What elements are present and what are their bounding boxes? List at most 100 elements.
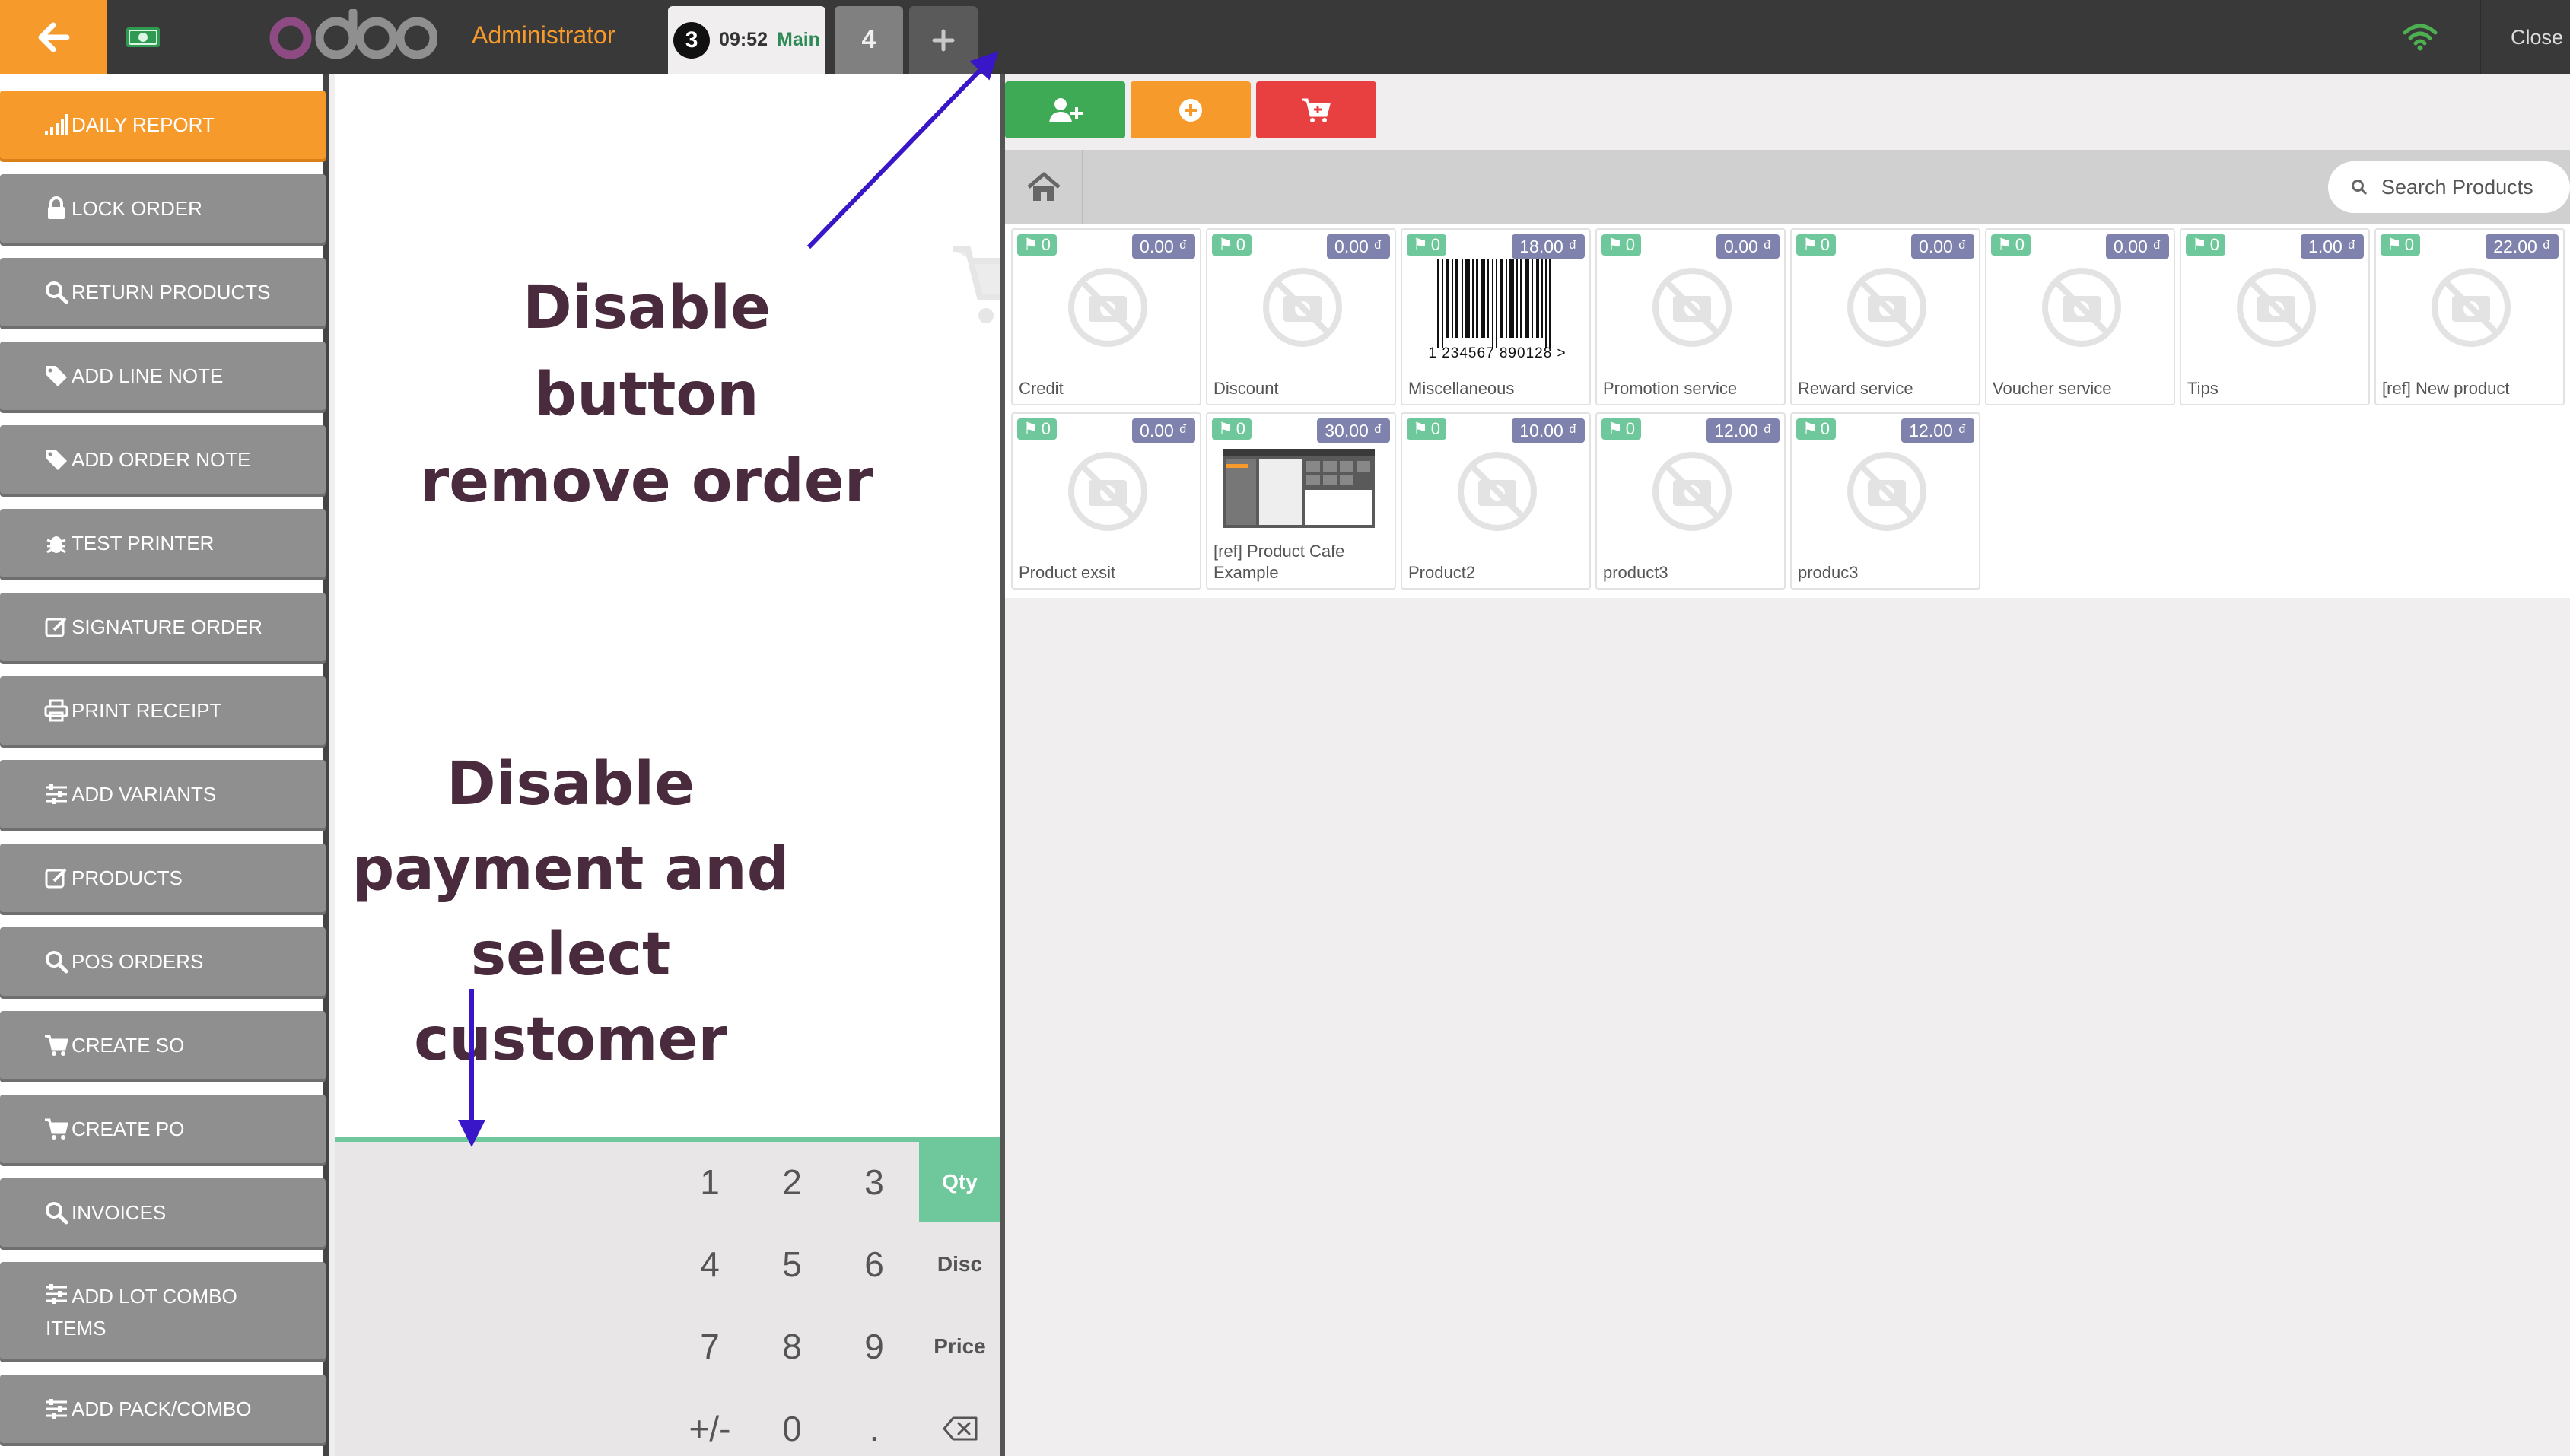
product-price: 0.00 ₫ — [1132, 234, 1195, 259]
product-card[interactable]: ⚑ 0 0.00 ₫ Voucher service — [1985, 228, 2175, 405]
product-card[interactable]: ⚑ 0 0.00 ₫ Reward service — [1790, 228, 1980, 405]
annotation-line: payment and — [351, 835, 790, 904]
sidebar-item-label: INVOICES — [72, 1201, 167, 1224]
cart-icon — [45, 1118, 68, 1140]
product-card[interactable]: ⚑ 0 18.00 ₫ 1 234567 890128 > Miscellaneo… — [1401, 228, 1591, 405]
add-variants-button[interactable]: ADD VARIANTS — [0, 760, 326, 828]
sidebar-item-label: TEST PRINTER — [72, 532, 215, 555]
pricelist-tag: ⚑ 0 — [2381, 234, 2420, 256]
product-card[interactable]: ⚑ 0 30.00 ₫ [ref] Product Cafe Example — [1206, 412, 1396, 590]
close-button[interactable]: Close — [2511, 26, 2563, 49]
numpad-key[interactable]: 8 — [752, 1306, 832, 1387]
invoices-button[interactable]: INVOICES — [0, 1178, 326, 1247]
test-printer-button[interactable]: TEST PRINTER — [0, 509, 326, 577]
pricelist-tag: ⚑ 0 — [1407, 234, 1446, 256]
cash-control-button[interactable] — [107, 0, 179, 74]
create-so-button[interactable]: CREATE SO — [0, 1011, 326, 1079]
new-order-button[interactable] — [909, 6, 978, 74]
order-tab-selected[interactable]: 3 09:52 Main — [668, 6, 825, 74]
barcode-image: 1 234567 890128 > — [1417, 257, 1577, 364]
edit-icon — [45, 617, 67, 637]
set-customer-button[interactable] — [1005, 81, 1125, 138]
product-card[interactable]: ⚑ 0 0.00 ₫ Promotion service — [1595, 228, 1786, 405]
tag-icon: ⚑ — [1218, 235, 1233, 254]
numpad-key[interactable]: 0 — [752, 1388, 832, 1456]
daily-report-button[interactable]: DAILY REPORT — [0, 91, 326, 159]
product-name: Product2 — [1408, 563, 1476, 582]
product-name: Tips — [2187, 379, 2219, 398]
pricelist-tag: ⚑ 0 — [1017, 234, 1057, 256]
tag-icon: ⚑ — [1997, 235, 2012, 254]
numpad-key[interactable]: 9 — [834, 1306, 914, 1387]
home-category-button[interactable] — [1005, 150, 1083, 224]
pricelist-tag: ⚑ 0 — [1017, 418, 1057, 440]
pos-orders-button[interactable]: POS ORDERS — [0, 927, 326, 996]
product-card[interactable]: ⚑ 0 0.00 ₫ Product exsit — [1011, 412, 1201, 590]
tag-count: 0 — [2404, 235, 2414, 254]
product-card[interactable]: ⚑ 0 10.00 ₫ Product2 — [1401, 412, 1591, 590]
product-card[interactable]: ⚑ 0 12.00 ₫ product3 — [1595, 412, 1786, 590]
sliders-icon — [46, 1284, 67, 1304]
lock-order-button[interactable]: LOCK ORDER — [0, 174, 326, 243]
annotation-line: select customer — [414, 920, 727, 1074]
annotation-line: Disable — [446, 750, 695, 819]
sidebar-item-label: ADD ORDER NOTE — [72, 448, 251, 471]
product-card[interactable]: ⚑ 0 22.00 ₫ [ref] New product — [2374, 228, 2565, 405]
home-icon — [1026, 172, 1061, 201]
cart-action-button[interactable] — [1256, 81, 1376, 138]
add-lot-combo-items-button[interactable]: ADD LOT COMBO ITEMS — [0, 1262, 326, 1359]
tag-icon: ⚑ — [1802, 419, 1818, 438]
backspace-icon — [943, 1416, 977, 1441]
cashier-name[interactable]: Administrator — [472, 21, 615, 49]
numpad-key[interactable]: 4 — [670, 1224, 750, 1305]
product-name: [ref] Product Cafe Example — [1213, 542, 1345, 582]
product-price: 0.00 ₫ — [1716, 234, 1780, 259]
add-button[interactable] — [1131, 81, 1251, 138]
add-pack-combo-button[interactable]: ADD PACK/COMBO — [0, 1375, 326, 1443]
product-name: product3 — [1603, 563, 1668, 582]
numpad-key[interactable]: 1 — [670, 1142, 750, 1222]
barcode-number: 1 234567 890128 > — [1428, 345, 1566, 361]
wifi-icon — [2403, 24, 2438, 50]
search-products-input[interactable]: Search Products — [2328, 161, 2570, 213]
product-card[interactable]: ⚑ 0 12.00 ₫ produc3 — [1790, 412, 1980, 590]
product-price: 0.00 ₫ — [1327, 234, 1390, 259]
return-products-button[interactable]: RETURN PRODUCTS — [0, 258, 326, 326]
print-receipt-button[interactable]: PRINT RECEIPT — [0, 676, 326, 745]
tag-icon — [46, 366, 67, 386]
numpad-key[interactable]: 7 — [670, 1306, 750, 1387]
sidebar-item-label: PRINT RECEIPT — [72, 699, 222, 722]
numpad-key[interactable]: 3 — [834, 1142, 914, 1222]
product-card[interactable]: ⚑ 0 0.00 ₫ Discount — [1206, 228, 1396, 405]
numpad-key[interactable]: . — [834, 1388, 914, 1456]
order-tab[interactable]: 4 — [835, 6, 903, 74]
backspace-button[interactable] — [919, 1388, 1000, 1456]
product-card[interactable]: ⚑ 0 1.00 ₫ Tips — [2180, 228, 2370, 405]
sliders-icon — [46, 784, 67, 804]
tag-count: 0 — [1430, 235, 1440, 254]
price-mode-button[interactable]: Price — [919, 1306, 1000, 1387]
product-price: 22.00 ₫ — [2486, 234, 2559, 259]
disc-mode-button[interactable]: Disc — [919, 1224, 1000, 1305]
no-image-icon — [1251, 268, 1354, 347]
add-order-note-button[interactable]: ADD ORDER NOTE — [0, 425, 326, 494]
product-card[interactable]: ⚑ 0 0.00 ₫ Credit — [1011, 228, 1201, 405]
numpad-key[interactable]: 6 — [834, 1224, 914, 1305]
signature-order-button[interactable]: SIGNATURE ORDER — [0, 593, 326, 661]
sidebar-item-label: DAILY REPORT — [72, 113, 215, 136]
sidebar-item-label: ADD LINE NOTE — [72, 364, 224, 387]
lock-icon — [48, 196, 65, 219]
qty-mode-button[interactable]: Qty — [919, 1142, 1000, 1222]
product-price: 1.00 ₫ — [2301, 234, 2364, 259]
back-button[interactable] — [0, 0, 107, 74]
numpad-key[interactable]: 5 — [752, 1224, 832, 1305]
product-name: produc3 — [1798, 563, 1859, 582]
create-po-button[interactable]: CREATE PO — [0, 1095, 326, 1163]
products-button[interactable]: PRODUCTS — [0, 844, 326, 912]
product-name: Miscellaneous — [1408, 379, 1515, 398]
numpad-key[interactable]: 2 — [752, 1142, 832, 1222]
numpad-key[interactable]: +/- — [670, 1388, 750, 1456]
add-line-note-button[interactable]: ADD LINE NOTE — [0, 342, 326, 410]
tag-icon: ⚑ — [2387, 235, 2402, 254]
edit-icon — [45, 868, 67, 889]
